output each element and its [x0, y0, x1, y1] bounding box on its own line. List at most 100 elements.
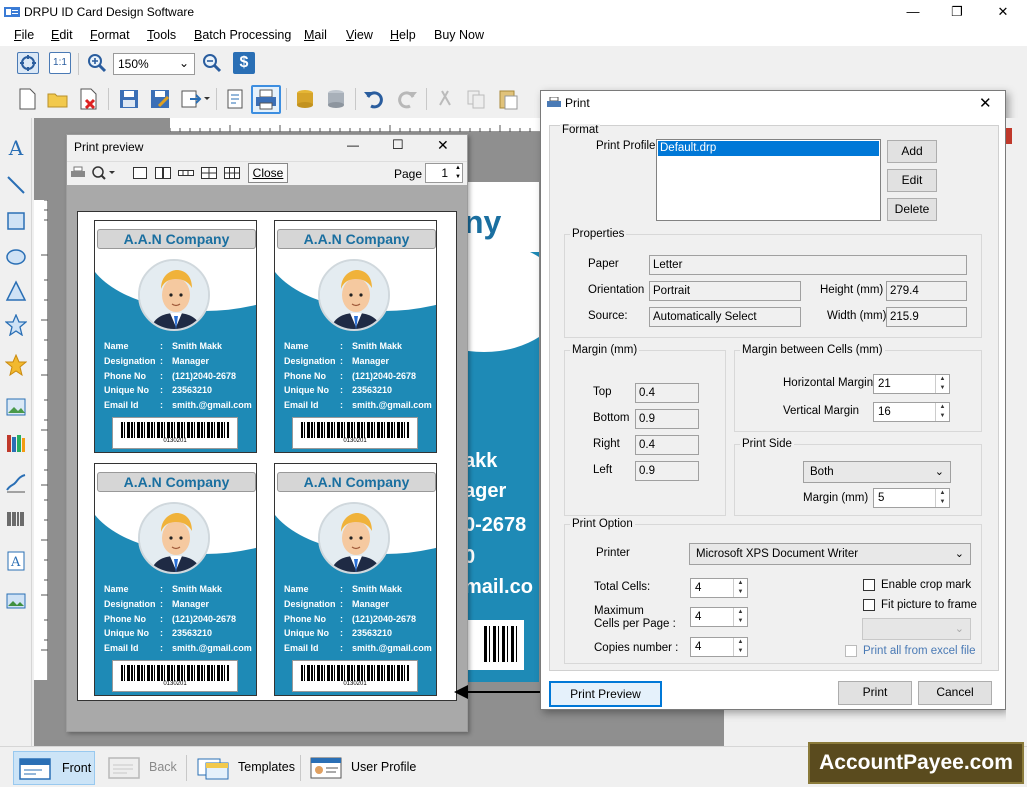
print-icon[interactable]	[251, 85, 281, 114]
zoom-select[interactable]: 150% ⌄	[113, 53, 195, 75]
ruler-vertical	[34, 199, 48, 680]
open-folder-icon[interactable]	[47, 88, 69, 110]
menu-format[interactable]: Format	[90, 28, 130, 42]
print-dialog-icon	[547, 96, 561, 109]
printer-select[interactable]: Microsoft XPS Document Writer ⌄	[689, 543, 971, 565]
save-as-icon[interactable]	[149, 88, 171, 110]
page-number-input[interactable]: 1 ▲ ▼	[425, 163, 463, 183]
print-preview-window: Print preview — ☐ ✕ Close Page 1 ▲ ▼ A.A.N…	[66, 134, 468, 732]
export-icon[interactable]	[180, 88, 210, 110]
symbol-tool-icon[interactable]	[4, 353, 28, 377]
print-profile-list[interactable]: Default.drp	[656, 139, 881, 221]
copies-input[interactable]: 4 ▲ ▼	[690, 637, 748, 657]
print-button[interactable]: Print	[838, 681, 912, 705]
add-profile-button[interactable]: Add	[887, 140, 937, 163]
fit-picture-checkbox[interactable]	[863, 599, 875, 611]
menu-edit[interactable]: Edit	[51, 28, 73, 42]
page-spinner-icon[interactable]: ▲ ▼	[455, 164, 461, 182]
dollar-icon[interactable]: $	[233, 52, 255, 74]
two-pages-icon[interactable]	[155, 167, 171, 179]
three-pages-icon[interactable]	[178, 167, 194, 179]
card-company-name: A.A.N Company	[277, 472, 436, 492]
total-cells-input[interactable]: 4 ▲ ▼	[690, 578, 748, 598]
preview-print-icon[interactable]	[70, 166, 86, 180]
margin-top-field[interactable]: 0.4	[635, 383, 699, 403]
image-tool-icon[interactable]	[5, 590, 27, 612]
menu-file[interactable]: File	[14, 28, 34, 42]
print-preview-button[interactable]: Print Preview	[549, 681, 662, 707]
window-title: DRPU ID Card Design Software	[24, 5, 195, 19]
cancel-button[interactable]: Cancel	[918, 681, 992, 705]
horizontal-margin-input[interactable]: 21 ▲ ▼	[873, 374, 950, 394]
tab-front[interactable]: Front	[13, 751, 95, 785]
menu-batch-processing[interactable]: Batch Processing	[194, 28, 291, 42]
minimize-button[interactable]: —	[890, 0, 936, 24]
tab-user-profile[interactable]: User Profile	[305, 751, 417, 785]
preview-minimize-button[interactable]: —	[347, 138, 359, 152]
tab-front-label: Front	[62, 761, 92, 775]
margin-bottom-label: Bottom	[593, 412, 630, 424]
preview-maximize-button[interactable]: ☐	[392, 137, 404, 153]
actual-size-icon[interactable]: 1:1	[49, 52, 71, 74]
ellipse-tool-icon[interactable]	[5, 246, 27, 268]
save-icon[interactable]	[118, 88, 140, 110]
menu-help[interactable]: Help	[390, 28, 416, 42]
zoom-in-icon[interactable]	[86, 52, 108, 74]
picture-tool-icon[interactable]	[5, 396, 27, 418]
preview-close-button[interactable]: Close	[248, 163, 288, 183]
tab-back[interactable]: Back	[103, 751, 181, 785]
cut-icon[interactable]	[434, 88, 456, 110]
menu-tools[interactable]: Tools	[147, 28, 176, 42]
tab-templates[interactable]: Templates	[192, 751, 296, 785]
four-pages-icon[interactable]	[201, 167, 217, 179]
profile-item-default[interactable]: Default.drp	[658, 141, 879, 156]
line-tool-icon[interactable]	[5, 174, 27, 196]
signature-tool-icon[interactable]	[5, 472, 27, 494]
star-tool-icon[interactable]	[4, 313, 28, 337]
undo-icon[interactable]	[363, 88, 385, 110]
database-gray-icon[interactable]	[325, 88, 347, 110]
barcode-tool-icon[interactable]	[5, 508, 27, 530]
crop-mark-checkbox[interactable]	[863, 579, 875, 591]
six-pages-icon[interactable]	[224, 167, 240, 179]
fit-to-window-icon[interactable]	[17, 52, 39, 74]
triangle-tool-icon[interactable]	[5, 280, 27, 302]
restore-button[interactable]: ❐	[934, 0, 980, 24]
fit-mode-select[interactable]: ⌄	[862, 618, 971, 640]
preview-zoom-icon[interactable]	[91, 165, 117, 181]
menu-view[interactable]: View	[346, 28, 373, 42]
horizontal-margin-label: Horizontal Margin	[783, 377, 874, 389]
vertical-margin-input[interactable]: 16 ▲ ▼	[873, 402, 950, 422]
background-card-preview: ny akk ager 0-2678 0 mail.co	[464, 182, 539, 682]
delete-profile-button[interactable]: Delete	[887, 198, 937, 221]
one-page-icon[interactable]	[133, 167, 147, 179]
templates-icon	[196, 755, 232, 781]
menu-buy-now[interactable]: Buy Now	[434, 28, 484, 42]
margin-left-field[interactable]: 0.9	[635, 461, 699, 481]
margin-right-field[interactable]: 0.4	[635, 435, 699, 455]
new-file-icon[interactable]	[17, 88, 39, 110]
database-gold-icon[interactable]	[294, 88, 316, 110]
close-window-button[interactable]: ✕	[980, 0, 1026, 24]
paste-icon[interactable]	[497, 88, 519, 110]
edit-profile-button[interactable]: Edit	[887, 169, 937, 192]
rectangle-tool-icon[interactable]	[5, 210, 27, 232]
margin-bottom-field[interactable]: 0.9	[635, 409, 699, 429]
library-tool-icon[interactable]	[5, 432, 27, 454]
close-file-icon[interactable]	[78, 88, 100, 110]
side-margin-input[interactable]: 5 ▲ ▼	[873, 488, 950, 508]
redo-icon[interactable]	[396, 88, 418, 110]
card-barcode: 0130201	[112, 417, 238, 449]
print-dialog-close-icon[interactable]: ✕	[979, 94, 992, 112]
print-setup-icon[interactable]	[224, 88, 246, 110]
menu-mail[interactable]: Mail	[304, 28, 327, 42]
max-cells-input[interactable]: 4 ▲ ▼	[690, 607, 748, 627]
copy-icon[interactable]	[465, 88, 487, 110]
tab-user-profile-label: User Profile	[351, 760, 417, 774]
preview-close-icon[interactable]: ✕	[437, 137, 449, 154]
excel-print-checkbox[interactable]	[845, 645, 857, 657]
watermark-tool-icon[interactable]: A	[5, 550, 27, 572]
zoom-out-icon[interactable]	[201, 52, 223, 74]
text-tool-icon[interactable]: A	[5, 136, 27, 160]
print-side-select[interactable]: Both ⌄	[803, 461, 951, 483]
